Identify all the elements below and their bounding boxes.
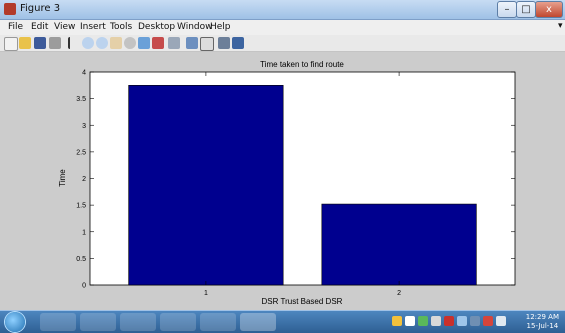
y-tick-label: 1 xyxy=(82,229,86,236)
network-icon[interactable] xyxy=(496,316,506,326)
tray-icon-6[interactable] xyxy=(457,316,467,326)
new-figure-icon[interactable] xyxy=(4,37,18,51)
menu-help[interactable]: Help xyxy=(210,22,231,32)
media-player-icon[interactable] xyxy=(80,313,116,331)
start-button[interactable] xyxy=(5,312,25,332)
zoom-in-icon[interactable] xyxy=(82,37,94,49)
tray-icon-1[interactable] xyxy=(392,316,402,326)
volume-icon[interactable] xyxy=(431,316,441,326)
maximize-button[interactable]: □ xyxy=(516,1,536,18)
figure-toolbar xyxy=(0,35,565,52)
bar-1 xyxy=(128,85,284,286)
brush-icon[interactable] xyxy=(152,37,164,49)
menu-edit[interactable]: Edit xyxy=(31,22,48,32)
menubar-dock-arrow-icon[interactable]: ▾ xyxy=(558,21,563,31)
chart-title: Time taken to find route xyxy=(260,60,344,69)
x-tick-label: 1 xyxy=(204,290,208,297)
y-tick-label: 1.5 xyxy=(76,203,86,210)
minimize-button[interactable]: – xyxy=(497,1,517,18)
y-tick-label: 2 xyxy=(82,176,86,183)
x-axis-label: DSR Trust Based DSR xyxy=(262,297,343,306)
menu-tools[interactable]: Tools xyxy=(110,22,132,32)
data-cursor-icon[interactable] xyxy=(138,37,150,49)
menu-view[interactable]: View xyxy=(54,22,75,32)
zoom-out-icon[interactable] xyxy=(96,37,108,49)
save-icon[interactable] xyxy=(34,37,46,49)
y-tick-label: 3 xyxy=(82,123,86,130)
menu-bar: File Edit View Insert Tools Desktop Wind… xyxy=(0,20,565,35)
internet-explorer-icon[interactable] xyxy=(40,313,76,331)
close-button[interactable]: x xyxy=(535,1,563,18)
tray-icon-3[interactable] xyxy=(418,316,428,326)
legend-icon[interactable] xyxy=(200,37,214,51)
tray-icon-7[interactable] xyxy=(470,316,480,326)
rotate-icon[interactable] xyxy=(124,37,136,49)
menu-insert[interactable]: Insert xyxy=(80,22,106,32)
menu-desktop[interactable]: Desktop xyxy=(138,22,175,32)
y-tick-label: 2.5 xyxy=(76,149,86,156)
x-tick-label: 2 xyxy=(397,290,401,297)
bar-2 xyxy=(321,203,477,286)
hide-plot-tools-icon[interactable] xyxy=(218,37,230,49)
menu-file[interactable]: File xyxy=(8,22,23,32)
y-axis-label: Time xyxy=(58,169,67,187)
y-tick-label: 0 xyxy=(82,283,86,290)
colorbar-icon[interactable] xyxy=(186,37,198,49)
paint-icon[interactable] xyxy=(200,313,236,331)
firefox-icon[interactable] xyxy=(160,313,196,331)
bar-chart: Time taken to find route DSR Trust Based… xyxy=(58,60,516,306)
clock-time: 12:29 AM xyxy=(525,313,559,321)
tray-icon-5[interactable] xyxy=(444,316,454,326)
window-title: Figure 3 xyxy=(20,3,61,14)
print-icon[interactable] xyxy=(49,37,61,49)
pan-icon[interactable] xyxy=(110,37,122,49)
select-arrow-icon[interactable] xyxy=(68,37,76,49)
clock-date: 15-Jul-14 xyxy=(526,322,559,330)
menu-window[interactable]: Window xyxy=(177,22,213,32)
tray-icon-2[interactable] xyxy=(405,316,415,326)
open-file-icon[interactable] xyxy=(19,37,31,49)
y-tick-label: 3.5 xyxy=(76,96,86,103)
matlab-figure-icon xyxy=(4,3,16,15)
clock[interactable]: 12:29 AM 15-Jul-14 xyxy=(526,313,559,331)
link-icon[interactable] xyxy=(168,37,180,49)
y-tick-label: 4 xyxy=(82,70,86,77)
file-explorer-icon[interactable] xyxy=(120,313,156,331)
taskbar: 12:29 AM 15-Jul-14 xyxy=(0,310,565,333)
y-tick-label: 0.5 xyxy=(76,256,86,263)
title-bar[interactable]: Figure 3 – □ x xyxy=(0,0,565,20)
flag-icon[interactable] xyxy=(483,316,493,326)
matlab-icon[interactable] xyxy=(240,313,276,331)
show-plot-tools-icon[interactable] xyxy=(232,37,244,49)
